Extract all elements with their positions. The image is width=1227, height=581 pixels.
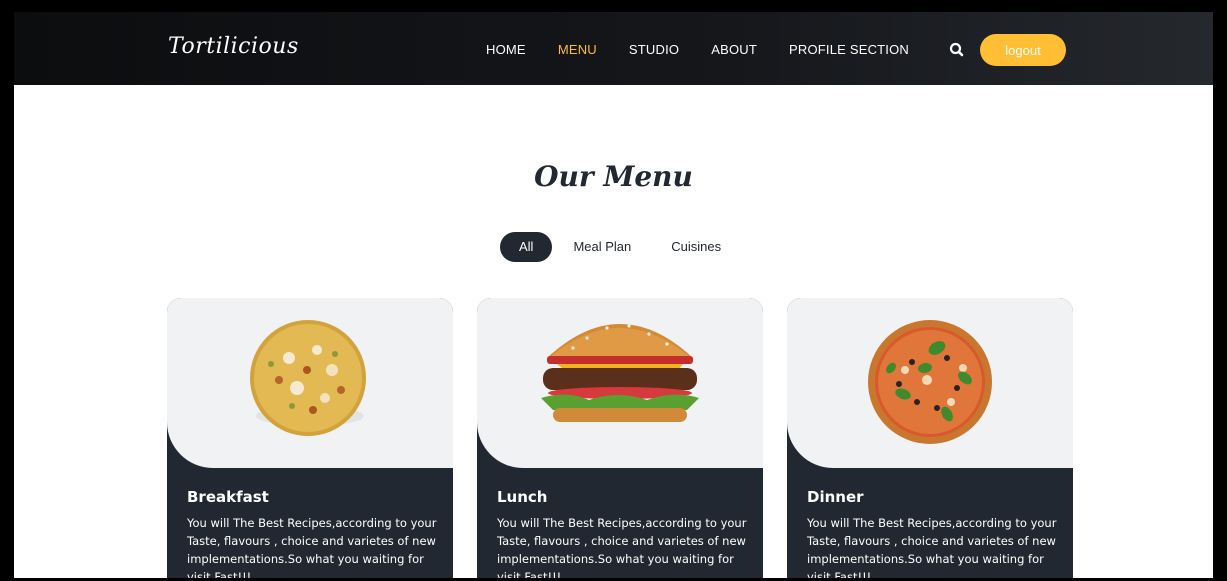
card-image-box bbox=[787, 298, 1073, 468]
nav-about[interactable]: ABOUT bbox=[711, 42, 757, 57]
logout-button[interactable]: logout bbox=[980, 34, 1066, 66]
card-description: You will The Best Recipes,according to y… bbox=[497, 516, 747, 578]
page-frame: Tortilicious HOME MENU STUDIO ABOUT PROF… bbox=[14, 12, 1213, 578]
card-image-box bbox=[167, 298, 453, 468]
filter-meal-plan[interactable]: Meal Plan bbox=[554, 232, 650, 262]
header: Tortilicious HOME MENU STUDIO ABOUT PROF… bbox=[14, 12, 1213, 85]
card-description: You will The Best Recipes,according to y… bbox=[807, 516, 1057, 578]
menu-card-lunch[interactable]: Lunch You will The Best Recipes,accordin… bbox=[477, 298, 763, 578]
main-nav: HOME MENU STUDIO ABOUT PROFILE SECTION bbox=[486, 42, 941, 57]
nav-studio[interactable]: STUDIO bbox=[629, 42, 679, 57]
search-icon[interactable] bbox=[948, 41, 966, 59]
filter-all[interactable]: All bbox=[500, 232, 553, 262]
card-title: Dinner bbox=[807, 488, 864, 506]
card-description: You will The Best Recipes,according to y… bbox=[187, 516, 437, 578]
card-title: Lunch bbox=[497, 488, 548, 506]
menu-card-breakfast[interactable]: Breakfast You will The Best Recipes,acco… bbox=[167, 298, 453, 578]
filter-cuisines[interactable]: Cuisines bbox=[652, 232, 740, 262]
pizza-image bbox=[868, 320, 992, 444]
card-image-box bbox=[477, 298, 763, 468]
menu-filters: All Meal Plan Cuisines bbox=[500, 232, 742, 262]
card-title: Breakfast bbox=[187, 488, 269, 506]
breakfast-tortilla-image bbox=[250, 320, 366, 436]
nav-menu[interactable]: MENU bbox=[558, 42, 597, 57]
brand-logo[interactable]: Tortilicious bbox=[168, 34, 299, 59]
menu-card-dinner[interactable]: Dinner You will The Best Recipes,accordi… bbox=[787, 298, 1073, 578]
nav-profile-section[interactable]: PROFILE SECTION bbox=[789, 42, 909, 57]
nav-home[interactable]: HOME bbox=[486, 42, 526, 57]
burger-image bbox=[541, 324, 699, 422]
section-title: Our Menu bbox=[534, 160, 693, 193]
